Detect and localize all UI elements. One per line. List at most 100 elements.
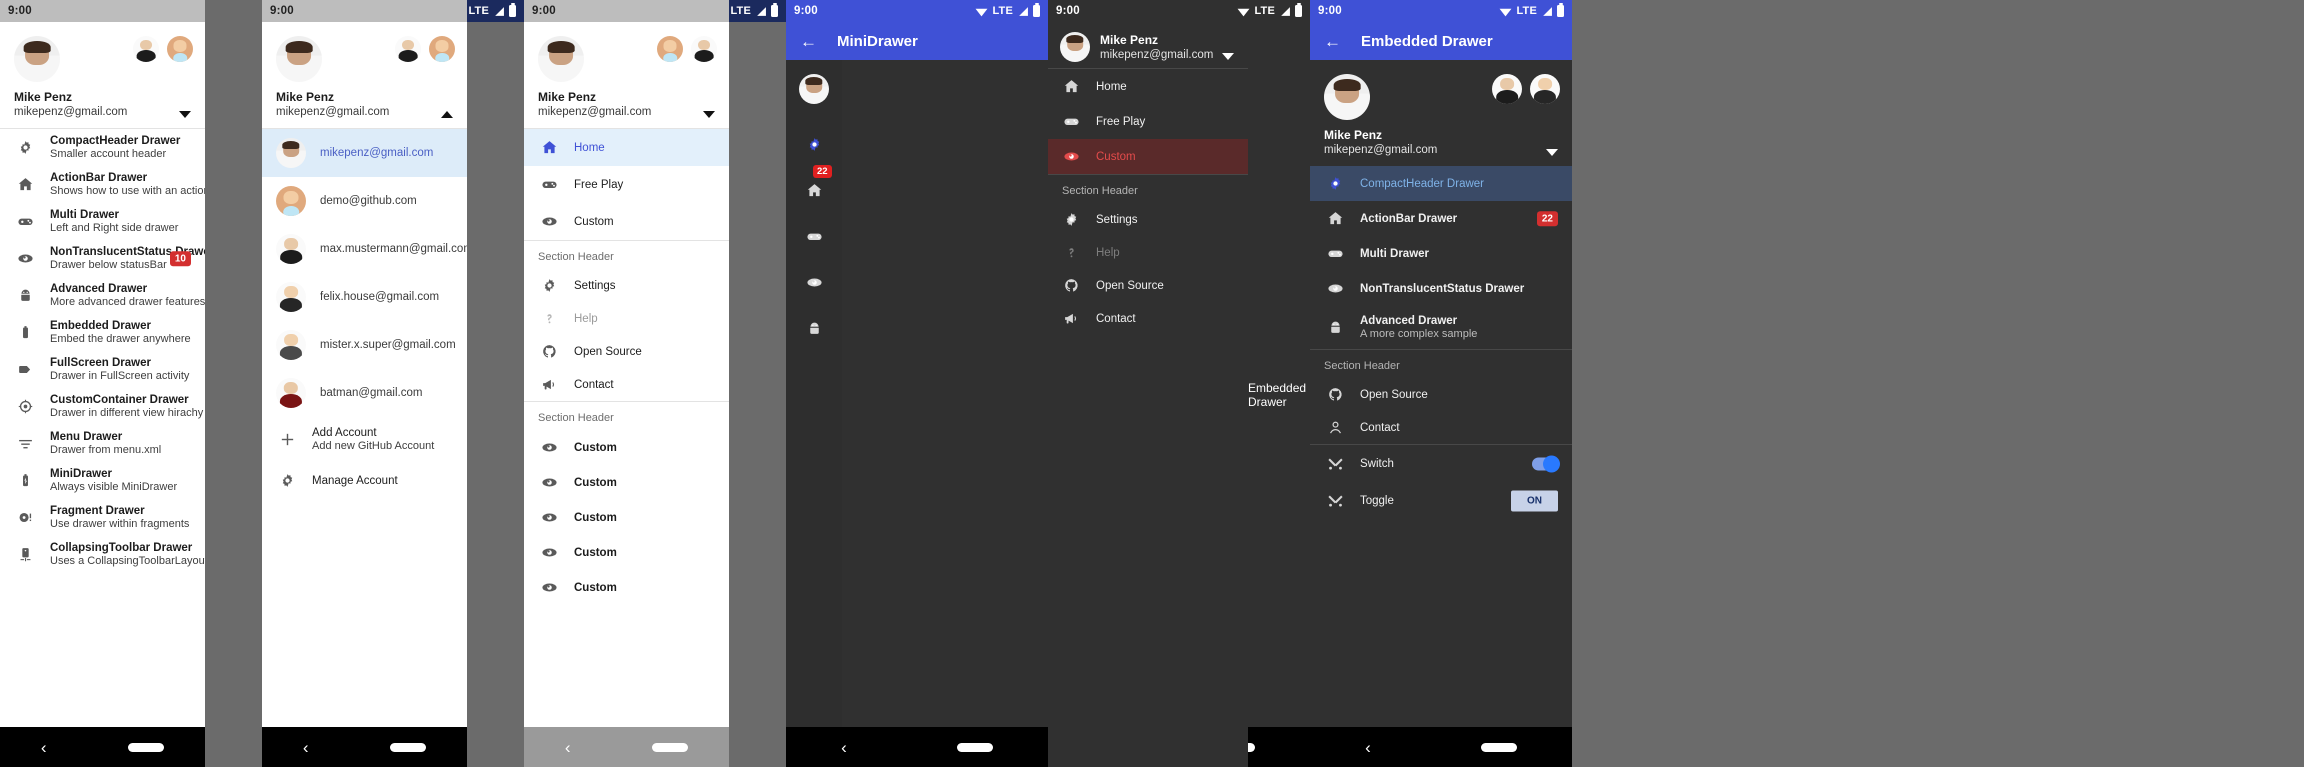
account-list-item[interactable]: mister.x.super@gmail.com <box>262 321 467 369</box>
gear-icon <box>14 139 36 156</box>
avatar-secondary[interactable] <box>1492 74 1522 104</box>
drawer-item[interactable]: Embedded Drawer Embed the drawer anywhere <box>0 314 205 351</box>
drawer-switch-item[interactable]: Switch <box>1310 445 1572 482</box>
drawer-item[interactable]: CompactHeader Drawer <box>1310 166 1572 201</box>
gear-icon[interactable] <box>802 132 826 156</box>
avatar <box>276 330 306 360</box>
status-bar-navy: LTE <box>713 0 786 22</box>
account-list-item[interactable]: demo@github.com <box>262 177 467 225</box>
account-list-item[interactable]: batman@gmail.com <box>262 369 467 417</box>
drawer-item[interactable]: ActionBar Drawer Shows how to use with an… <box>0 166 205 203</box>
drawer-item[interactable]: Advanced Drawer More advanced drawer feat… <box>0 277 205 314</box>
drawer-item[interactable]: Multi Drawer <box>1310 236 1572 271</box>
account-action-item[interactable]: Add Account Add new GitHub Account <box>262 417 467 462</box>
drawer-item[interactable]: Home <box>1048 69 1248 104</box>
account-list-item[interactable]: max.mustermann@gmail.com <box>262 225 467 273</box>
gamepad-icon[interactable] <box>802 224 826 248</box>
avatar[interactable] <box>276 36 322 82</box>
drawer-item[interactable]: NonTranslucentStatus Drawer Drawer below … <box>0 240 205 277</box>
drawer-item[interactable]: Contact <box>524 368 729 401</box>
nav-back-icon[interactable]: ‹ <box>565 739 571 756</box>
drawer-item[interactable]: Help <box>1048 236 1248 269</box>
chevron-down-icon[interactable] <box>179 111 191 118</box>
avatar-secondary[interactable] <box>133 36 159 62</box>
avatar[interactable] <box>799 74 829 104</box>
drawer-item[interactable]: CustomContainer Drawer Drawer in differen… <box>0 388 205 425</box>
gamepad-icon <box>538 176 560 193</box>
drawer-item[interactable]: CollapsingToolbar Drawer Uses a Collapsin… <box>0 536 205 573</box>
avatar[interactable] <box>1060 32 1090 62</box>
network-label: LTE <box>730 5 751 17</box>
avatar[interactable] <box>538 36 584 82</box>
drawer-item[interactable]: Custom <box>1048 139 1248 174</box>
avatar <box>276 282 306 312</box>
drawer-custom-item[interactable]: Custom <box>524 430 729 465</box>
avatar-secondary[interactable] <box>657 36 683 62</box>
toggle-button[interactable]: ON <box>1511 490 1558 511</box>
account-list-item[interactable]: mikepenz@gmail.com <box>262 129 467 177</box>
avatar[interactable] <box>1324 74 1370 120</box>
android-icon[interactable] <box>802 316 826 340</box>
drawer-item[interactable]: Contact <box>1048 302 1248 335</box>
nav-home-pill[interactable] <box>1480 742 1517 752</box>
account-header[interactable]: Mike Penz mikepenz@gmail.com <box>524 22 729 128</box>
drawer-item[interactable]: Fragment Drawer Use drawer within fragmen… <box>0 499 205 536</box>
nav-home-pill[interactable] <box>390 742 427 752</box>
nav-back-icon[interactable]: ‹ <box>303 739 309 756</box>
drawer-item[interactable]: Custom <box>524 203 729 240</box>
chevron-down-icon[interactable] <box>1546 149 1558 156</box>
avatar[interactable] <box>14 36 60 82</box>
drawer-item[interactable]: Multi Drawer Left and Right side drawer <box>0 203 205 240</box>
chevron-up-icon[interactable] <box>441 111 453 118</box>
drawer-custom-item[interactable]: Custom <box>524 465 729 500</box>
drawer-item[interactable]: Home <box>524 129 729 166</box>
drawer-switch-item[interactable]: Toggle ON <box>1310 482 1572 519</box>
nav-back-icon[interactable]: ‹ <box>41 739 47 756</box>
chevron-down-icon[interactable] <box>1222 53 1234 60</box>
nav-home-pill[interactable] <box>652 742 689 752</box>
drawer-item[interactable]: CompactHeader Drawer Smaller account head… <box>0 129 205 166</box>
nav-back-icon[interactable]: ‹ <box>841 739 847 756</box>
account-header[interactable]: Mike Penz mikepenz@gmail.com <box>1048 22 1248 68</box>
drawer-item[interactable]: Settings <box>524 269 729 302</box>
drawer-custom-item[interactable]: Custom <box>524 500 729 535</box>
account-list-item[interactable]: felix.house@gmail.com <box>262 273 467 321</box>
home-icon[interactable]: 22 <box>802 165 832 202</box>
drawer-item[interactable]: Open Source <box>1310 378 1572 411</box>
account-header[interactable]: Mike Penz mikepenz@gmail.com <box>0 22 205 128</box>
drawer-item[interactable]: Free Play <box>524 166 729 203</box>
drawer-item[interactable]: Contact <box>1310 411 1572 444</box>
account-action-item[interactable]: Manage Account <box>262 462 467 499</box>
back-arrow-icon[interactable]: ← <box>1324 33 1341 50</box>
drawer-item[interactable]: Open Source <box>524 335 729 368</box>
nav-home-pill[interactable] <box>956 742 993 752</box>
back-arrow-icon[interactable]: ← <box>800 33 817 50</box>
network-label: LTE <box>1254 5 1275 17</box>
drawer-item[interactable]: Settings <box>1048 203 1248 236</box>
avatar-secondary[interactable] <box>429 36 455 62</box>
chevron-down-icon[interactable] <box>703 111 715 118</box>
drawer-custom-item[interactable]: Custom <box>524 535 729 570</box>
drawer-custom-item[interactable]: Custom <box>524 570 729 605</box>
nav-home-pill[interactable] <box>128 742 165 752</box>
drawer-item[interactable]: NonTranslucentStatus Drawer <box>1310 271 1572 306</box>
drawer-item-text: Custom <box>574 442 617 454</box>
drawer-item[interactable]: Advanced Drawer A more complex sample <box>1310 306 1572 349</box>
drawer-item[interactable]: Free Play <box>1048 104 1248 139</box>
avatar-secondary[interactable] <box>395 36 421 62</box>
drawer-item[interactable]: MiniDrawer Always visible MiniDrawer <box>0 462 205 499</box>
avatar-secondary[interactable] <box>691 36 717 62</box>
drawer-item[interactable]: ActionBar Drawer 22 <box>1310 201 1572 236</box>
drawer-item[interactable]: Help <box>524 302 729 335</box>
drawer-item[interactable]: FullScreen Drawer Drawer in FullScreen ac… <box>0 351 205 388</box>
avatar-secondary[interactable] <box>167 36 193 62</box>
account-header[interactable]: Mike Penz mikepenz@gmail.com <box>262 22 467 128</box>
avatar-secondary[interactable] <box>1530 74 1560 104</box>
drawer-item[interactable]: Open Source <box>1048 269 1248 302</box>
eye-icon[interactable] <box>802 270 826 294</box>
account-header[interactable]: Mike Penz mikepenz@gmail.com <box>1310 60 1572 166</box>
drawer-item[interactable]: Menu Drawer Drawer from menu.xml <box>0 425 205 462</box>
switch-toggle[interactable] <box>1532 455 1560 472</box>
nav-back-icon[interactable]: ‹ <box>1365 739 1371 756</box>
drawer-item-text: ActionBar Drawer <box>1360 213 1457 225</box>
